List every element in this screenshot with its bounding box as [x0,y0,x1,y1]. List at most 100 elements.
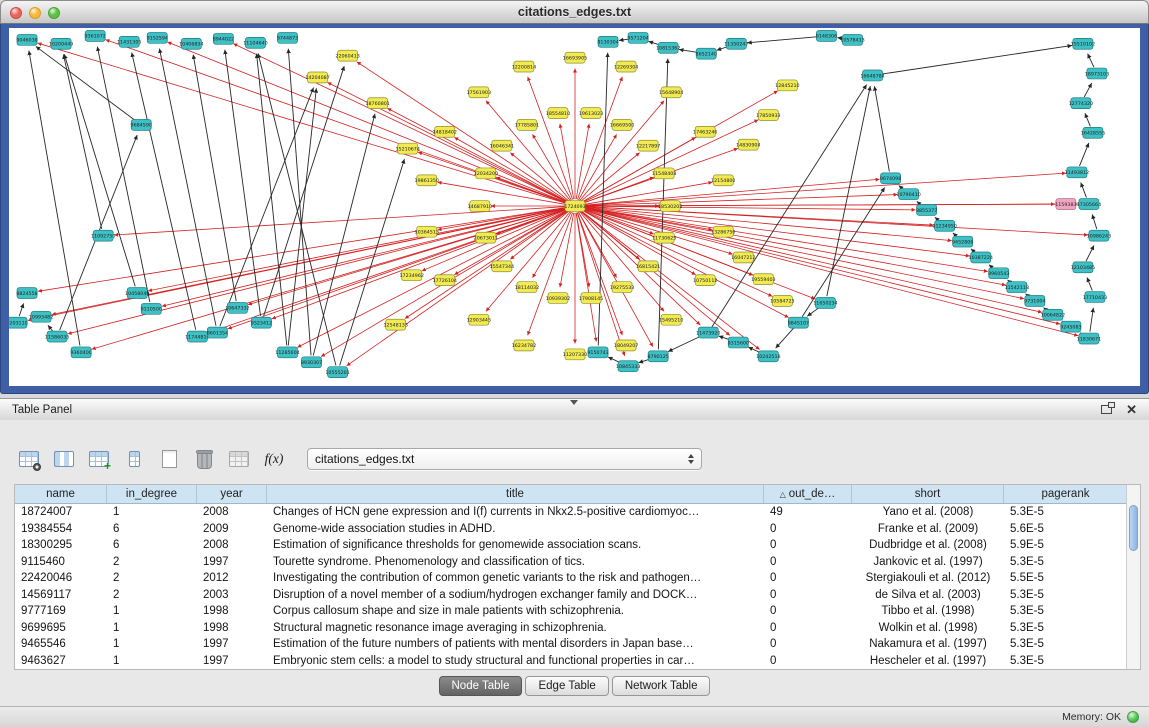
graph-node[interactable]: 14818402 [433,126,457,137]
memory-indicator[interactable] [1127,711,1139,723]
tab-network-table[interactable]: Network Table [612,676,711,696]
graph-node[interactable]: 10458049 [125,288,149,299]
graph-node[interactable]: 16815421 [636,261,660,272]
graph-node[interactable]: 11473920 [696,327,720,338]
column-header-in_degree[interactable]: in_degree [107,485,197,503]
graph-node[interactable]: 1159383 [1055,199,1076,210]
graph-node[interactable]: 19613023 [579,108,603,119]
graph-node[interactable]: 8944022 [213,33,234,44]
tab-edge-table[interactable]: Edge Table [525,676,608,696]
graph-node[interactable]: 9360400 [70,347,91,358]
graph-node[interactable]: 18049207 [614,340,638,351]
graph-node[interactable]: 20673011 [474,232,498,243]
graph-node[interactable]: 10242518 [756,351,780,362]
graph-node[interactable]: 15510102 [1071,38,1095,49]
graph-node[interactable]: 8855377 [916,205,937,216]
create-column-button[interactable]: + [86,447,112,471]
graph-node[interactable]: 19559403 [751,274,775,285]
minimize-button[interactable] [29,7,41,19]
graph-node[interactable]: 14830904 [736,139,760,150]
graph-node[interactable]: 10200449 [49,38,73,49]
table-row[interactable]: 1872400712008Changes of HCN gene express… [15,504,1127,521]
graph-node[interactable]: 9148306 [816,30,837,41]
graph-node[interactable]: 19861350 [415,175,439,186]
graph-node[interactable]: 22060413 [335,50,359,61]
graph-node[interactable]: 10387224 [969,252,993,263]
graph-node[interactable]: 1724093 [564,201,585,212]
graph-node[interactable]: 15495210 [659,314,683,325]
function-builder-button[interactable]: f(x) [261,447,287,471]
graph-node[interactable]: 15648904 [659,87,683,98]
delete-table-button[interactable] [191,447,217,471]
graph-node[interactable]: 19275533 [610,282,634,293]
graph-node[interactable]: 12200814 [512,61,536,72]
graph-node[interactable]: 8824558 [16,288,37,299]
graph-node[interactable]: 9571204 [627,32,648,43]
graph-node[interactable]: 9245083 [1060,321,1081,332]
graph-node[interactable]: 10364513 [415,226,439,237]
graph-node[interactable]: 8930307 [301,357,322,368]
graph-node[interactable]: 13286750 [711,226,735,237]
graph-node[interactable]: 16648784 [860,70,884,81]
column-header-name[interactable]: name [15,485,107,503]
table-row[interactable]: 977716911998Corpus callosum shape and si… [15,603,1127,620]
graph-node[interactable]: 18973103 [1085,68,1109,79]
table-panel-titlebar[interactable]: Table Panel ✕ [0,399,1149,421]
graph-node[interactable]: 18530202 [658,201,682,212]
graph-node[interactable]: 17785801 [515,119,539,130]
graph-node[interactable]: 10790410 [896,189,920,200]
column-header-short[interactable]: short [852,485,1004,503]
show-columns-button[interactable] [51,447,77,471]
graph-node[interactable]: 11431305 [117,36,141,47]
graph-node[interactable]: 8130304 [597,36,618,47]
network-canvas[interactable]: 1724093185302021154840812217897166695001… [9,28,1140,386]
vertical-scrollbar[interactable] [1126,485,1140,669]
graph-node[interactable]: 8790125 [647,351,668,362]
graph-node[interactable]: 9452806 [952,236,973,247]
graph-node[interactable]: 12034200 [474,168,498,179]
graph-node[interactable]: 12548133 [383,319,407,330]
graph-node[interactable]: 9046038 [16,34,37,45]
graph-node[interactable]: 16693905 [563,52,587,63]
graph-node[interactable]: 17726104 [433,275,457,286]
graph-node[interactable]: 12845210 [775,80,799,91]
graph-node[interactable]: 11548408 [652,168,676,179]
graph-node[interactable]: 9315600 [728,337,749,348]
graph-node[interactable]: 10555201 [325,367,349,378]
graph-node[interactable]: 10578413 [840,34,864,45]
table-row[interactable]: 946554611997Estimation of the future num… [15,636,1127,653]
graph-node[interactable]: 17561903 [467,87,491,98]
tab-node-table[interactable]: Node Table [439,676,523,696]
graph-node[interactable]: 9152594 [147,32,168,43]
graph-node[interactable]: 11285604 [275,347,299,358]
graph-node[interactable]: 10584723 [770,296,794,307]
table-row[interactable]: 946362711997Embryonic stem cells: a mode… [15,653,1127,670]
graph-node[interactable]: 11104640 [243,37,267,48]
zoom-button[interactable] [48,7,60,19]
graph-node[interactable]: 9731004 [1024,296,1045,307]
graph-node[interactable]: 9150743 [587,347,608,358]
graph-node[interactable]: 9674098 [880,173,901,184]
table-row[interactable]: 1830029562008Estimation of significance … [15,537,1127,554]
close-button[interactable] [10,7,22,19]
graph-node[interactable]: 12217897 [636,140,660,151]
graph-node[interactable]: 18760801 [365,98,389,109]
graph-node[interactable]: 18114032 [515,282,539,293]
table-row[interactable]: 911546021997Tourette syndrome. Phenomeno… [15,554,1127,571]
graph-node[interactable]: 16428555 [1081,127,1105,138]
graph-node[interactable]: 12154800 [711,175,735,186]
graph-node[interactable]: 16234782 [512,340,536,351]
graph-node[interactable]: 11092750 [91,230,115,241]
column-header-out_de[interactable]: △out_de… [764,485,852,503]
graph-node[interactable]: 12269304 [614,61,638,72]
graph-node[interactable]: 17305664 [1077,199,1101,210]
graph-node[interactable]: 10064822 [1041,309,1065,320]
graph-node[interactable]: 16046341 [490,140,514,151]
graph-node[interactable]: 10986243 [1087,230,1111,241]
new-table-button[interactable] [156,447,182,471]
graph-node[interactable]: 10815362 [656,42,680,53]
import-table-button[interactable] [226,447,252,471]
table-row[interactable]: 2242004622012Investigating the contribut… [15,570,1127,587]
graph-node[interactable]: 11650234 [813,297,837,308]
graph-node[interactable]: 12774320 [1069,98,1093,109]
